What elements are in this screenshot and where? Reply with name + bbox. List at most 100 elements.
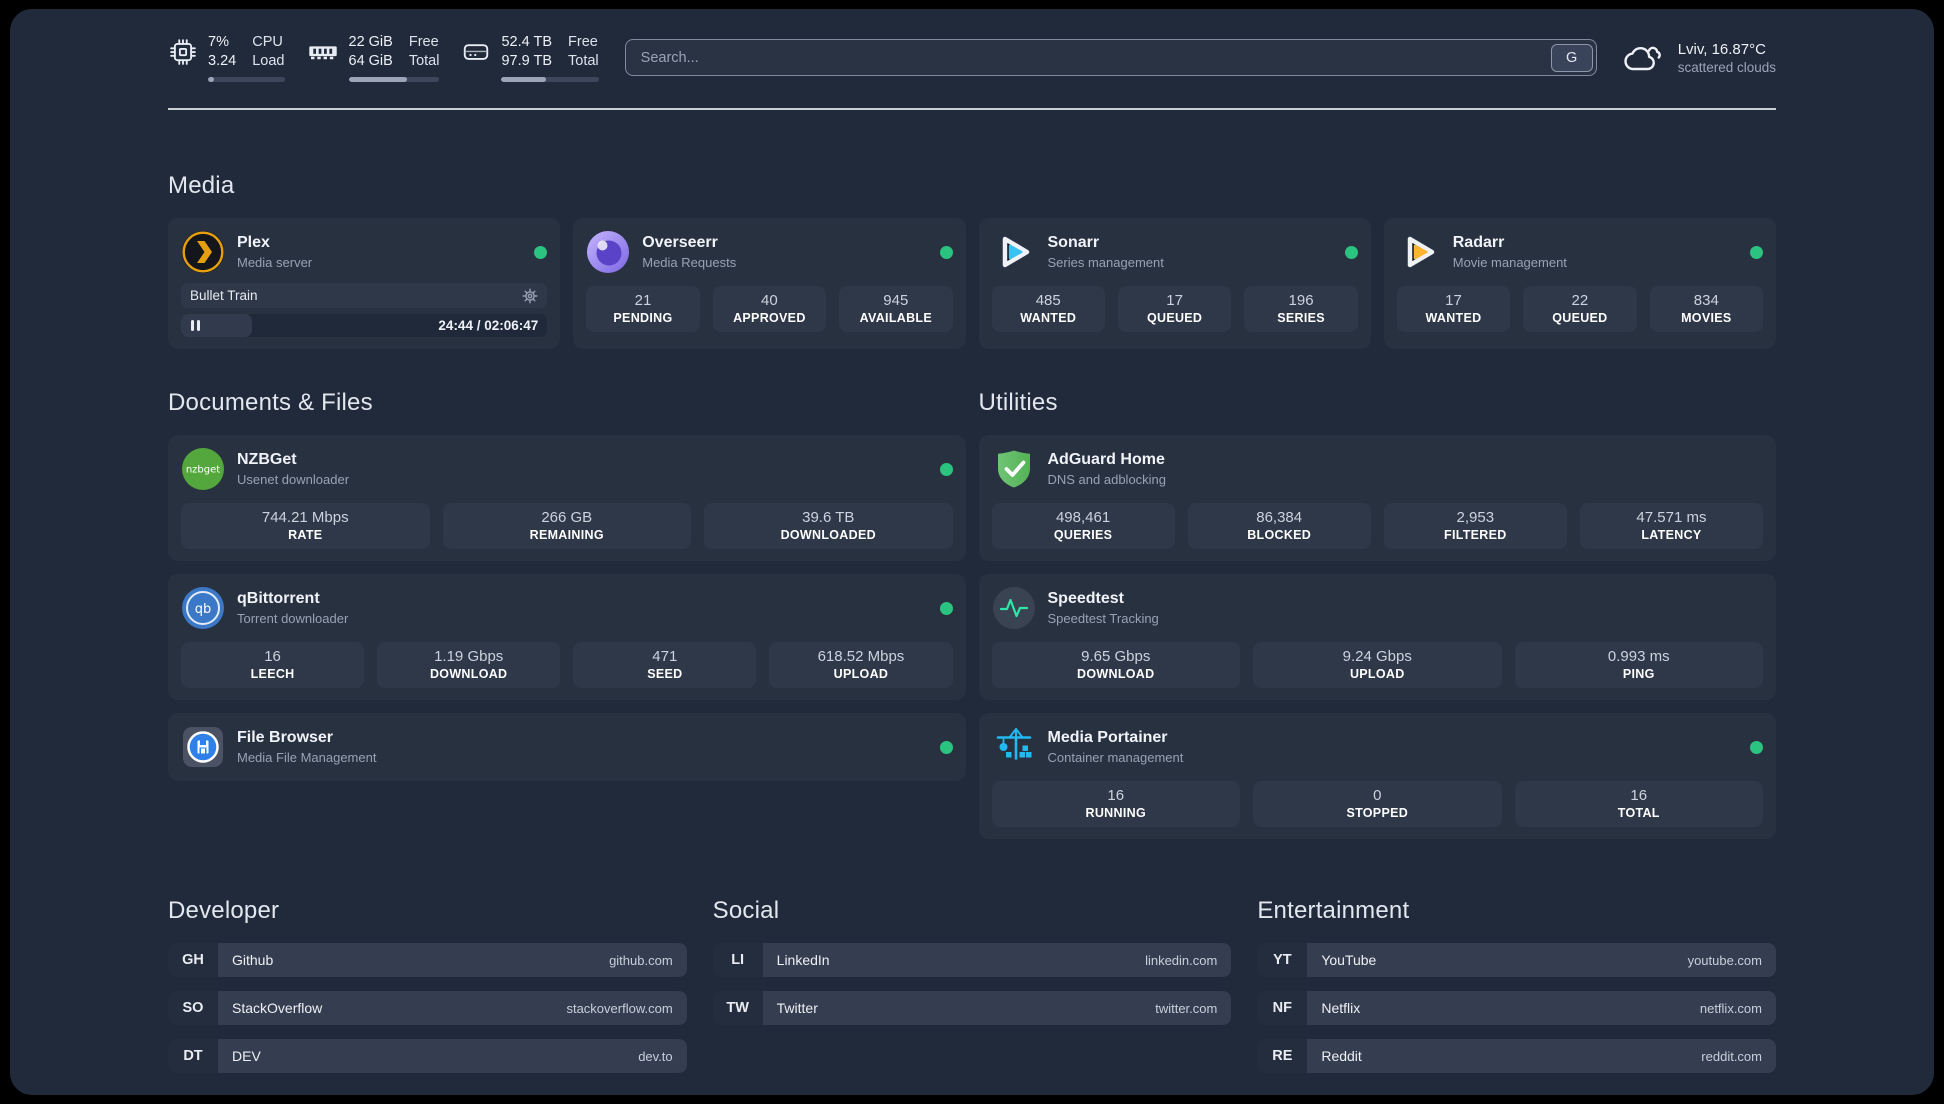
bookmark-netflix[interactable]: NF Netflix netflix.com bbox=[1257, 991, 1776, 1025]
app-name: File Browser bbox=[237, 729, 334, 746]
dashboard-frame: 7% 3.24 CPU Load 22 GiB 64 GiB Free Tota… bbox=[10, 9, 1934, 1095]
section-media: Media Plex Media server Bullet Train 24:… bbox=[168, 172, 1776, 349]
bookmark-name: DEV bbox=[232, 1048, 261, 1064]
stat-tile: 16 TOTAL bbox=[1514, 781, 1763, 827]
weather-condition: scattered clouds bbox=[1677, 59, 1776, 75]
app-card-plex[interactable]: Plex Media server Bullet Train 24:44 / 0… bbox=[168, 218, 561, 349]
app-subtitle: Series management bbox=[1047, 255, 1164, 270]
ram-progress-bar bbox=[348, 77, 440, 82]
stat-tile: 618.52 Mbps UPLOAD bbox=[769, 642, 953, 688]
section-title-media: Media bbox=[168, 172, 235, 199]
app-card-qbittorrent[interactable]: qb qBittorrent Torrent downloader 16 LEE… bbox=[168, 574, 966, 700]
bookmark-reddit[interactable]: RE Reddit reddit.com bbox=[1257, 1039, 1776, 1073]
plex-now-playing-row: Bullet Train bbox=[181, 283, 548, 308]
stat-tile: 945 AVAILABLE bbox=[839, 286, 953, 332]
adguard-icon bbox=[997, 450, 1030, 488]
app-card-adguard[interactable]: AdGuard Home DNS and adblocking 498,461 … bbox=[978, 435, 1776, 561]
filebrowser-icon bbox=[183, 727, 223, 767]
app-subtitle: Container management bbox=[1047, 750, 1184, 765]
header-divider bbox=[168, 108, 1776, 110]
app-subtitle: Torrent downloader bbox=[237, 611, 349, 626]
search-bar: G bbox=[624, 39, 1597, 76]
plex-playback-time: 24:44 / 02:06:47 bbox=[438, 318, 539, 333]
section-utilities: Utilities AdGuard Home DNS and adblockin… bbox=[978, 389, 1776, 839]
stat-tile: 196 SERIES bbox=[1244, 286, 1358, 332]
stat-tile: 17 WANTED bbox=[1396, 286, 1511, 332]
stat-tile: 21 PENDING bbox=[586, 286, 700, 332]
cpu-progress-bar bbox=[208, 77, 285, 82]
status-dot-online bbox=[939, 462, 953, 476]
bookmark-abbr: GH bbox=[168, 943, 218, 977]
disk-progress-bar bbox=[501, 77, 599, 82]
bookmark-youtube[interactable]: YT YouTube youtube.com bbox=[1257, 943, 1776, 977]
app-name: NZBGet bbox=[237, 451, 297, 468]
speedtest-icon bbox=[992, 587, 1035, 629]
app-name: Radarr bbox=[1452, 234, 1505, 251]
section-title-documents: Documents & Files bbox=[168, 389, 373, 416]
bookmark-url: linkedin.com bbox=[1145, 952, 1218, 968]
app-card-radarr[interactable]: Radarr Movie management 17 WANTED 22 QUE… bbox=[1383, 218, 1776, 349]
app-card-speedtest[interactable]: Speedtest Speedtest Tracking 9.65 Gbps D… bbox=[978, 574, 1776, 700]
stat-tile: 47.571 ms LATENCY bbox=[1579, 503, 1763, 549]
status-dot-online bbox=[534, 245, 548, 259]
stat-tile: 485 WANTED bbox=[991, 286, 1105, 332]
bookmark-twitter[interactable]: TW Twitter twitter.com bbox=[712, 991, 1232, 1025]
app-subtitle: Media Requests bbox=[642, 255, 737, 270]
app-name: Media Portainer bbox=[1047, 729, 1168, 746]
status-dot-online bbox=[1750, 740, 1763, 754]
status-dot-online bbox=[939, 740, 953, 754]
status-dot-online bbox=[1344, 245, 1358, 259]
app-subtitle: Media server bbox=[237, 255, 313, 270]
disk-total-label: Total bbox=[568, 53, 599, 69]
app-name: qBittorrent bbox=[237, 590, 320, 607]
bookmark-abbr: SO bbox=[168, 991, 218, 1025]
app-card-sonarr[interactable]: Sonarr Series management 485 WANTED 17 Q… bbox=[978, 218, 1371, 349]
ram-icon bbox=[308, 46, 337, 60]
cpu-widget: 7% 3.24 CPU Load bbox=[168, 33, 285, 82]
stat-tile: 22 QUEUED bbox=[1523, 286, 1637, 332]
cpu-load-label: Load bbox=[252, 53, 285, 69]
search-input[interactable] bbox=[628, 49, 1551, 66]
plex-icon bbox=[182, 231, 224, 273]
bookmark-abbr: LI bbox=[712, 943, 763, 977]
bookmark-url: twitter.com bbox=[1155, 1000, 1218, 1016]
bookmark-url: reddit.com bbox=[1701, 1048, 1762, 1064]
app-name: Speedtest bbox=[1047, 590, 1124, 607]
stat-tile: 17 QUEUED bbox=[1117, 286, 1232, 332]
status-dot-online bbox=[939, 601, 953, 615]
google-search-button[interactable]: G bbox=[1550, 43, 1593, 72]
app-card-filebrowser[interactable]: File Browser Media File Management bbox=[168, 713, 966, 781]
system-status-bar: 7% 3.24 CPU Load 22 GiB 64 GiB Free Tota… bbox=[168, 33, 599, 82]
stat-tile: 40 APPROVED bbox=[712, 286, 827, 332]
gear-icon[interactable] bbox=[522, 288, 538, 304]
section-social: Social LI LinkedIn linkedin.com TW Twitt… bbox=[712, 897, 1232, 1073]
bookmark-linkedin[interactable]: LI LinkedIn linkedin.com bbox=[712, 943, 1232, 977]
stat-tile: 2,953 FILTERED bbox=[1383, 503, 1567, 549]
section-developer: Developer GH Github github.com SO StackO… bbox=[168, 897, 687, 1073]
status-dot-online bbox=[1750, 245, 1763, 259]
bookmark-url: stackoverflow.com bbox=[566, 1000, 673, 1016]
ram-free-value: 22 GiB bbox=[348, 34, 393, 50]
bookmark-url: github.com bbox=[609, 952, 673, 968]
app-card-overseerr[interactable]: Overseerr Media Requests 21 PENDING 40 A… bbox=[573, 218, 966, 349]
app-subtitle: Media File Management bbox=[237, 750, 377, 765]
stat-tile: 9.65 Gbps DOWNLOAD bbox=[991, 642, 1240, 688]
bookmark-github[interactable]: GH Github github.com bbox=[168, 943, 687, 977]
bookmark-abbr: RE bbox=[1257, 1039, 1308, 1073]
bookmark-name: Twitter bbox=[776, 1000, 818, 1016]
app-subtitle: DNS and adblocking bbox=[1047, 472, 1167, 487]
qbittorrent-icon: qb bbox=[182, 587, 224, 629]
app-name: AdGuard Home bbox=[1047, 451, 1165, 468]
app-subtitle: Movie management bbox=[1452, 255, 1567, 270]
app-name: Plex bbox=[237, 234, 270, 251]
bookmark-dev[interactable]: DT DEV dev.to bbox=[168, 1039, 687, 1073]
app-card-portainer[interactable]: Media Portainer Container management 16 … bbox=[978, 713, 1776, 839]
weather-widget: Lviv, 16.87°C scattered clouds bbox=[1623, 41, 1776, 75]
disk-free-value: 52.4 TB bbox=[501, 34, 553, 50]
stat-tile: 39.6 TB DOWNLOADED bbox=[704, 503, 953, 549]
bookmark-stackoverflow[interactable]: SO StackOverflow stackoverflow.com bbox=[168, 991, 687, 1025]
stat-tile: 498,461 QUERIES bbox=[991, 503, 1175, 549]
app-card-nzbget[interactable]: nzbget NZBGet Usenet downloader 744.21 M… bbox=[168, 435, 966, 561]
bookmark-name: StackOverflow bbox=[232, 1000, 323, 1016]
top-bar: 7% 3.24 CPU Load 22 GiB 64 GiB Free Tota… bbox=[168, 9, 1776, 82]
